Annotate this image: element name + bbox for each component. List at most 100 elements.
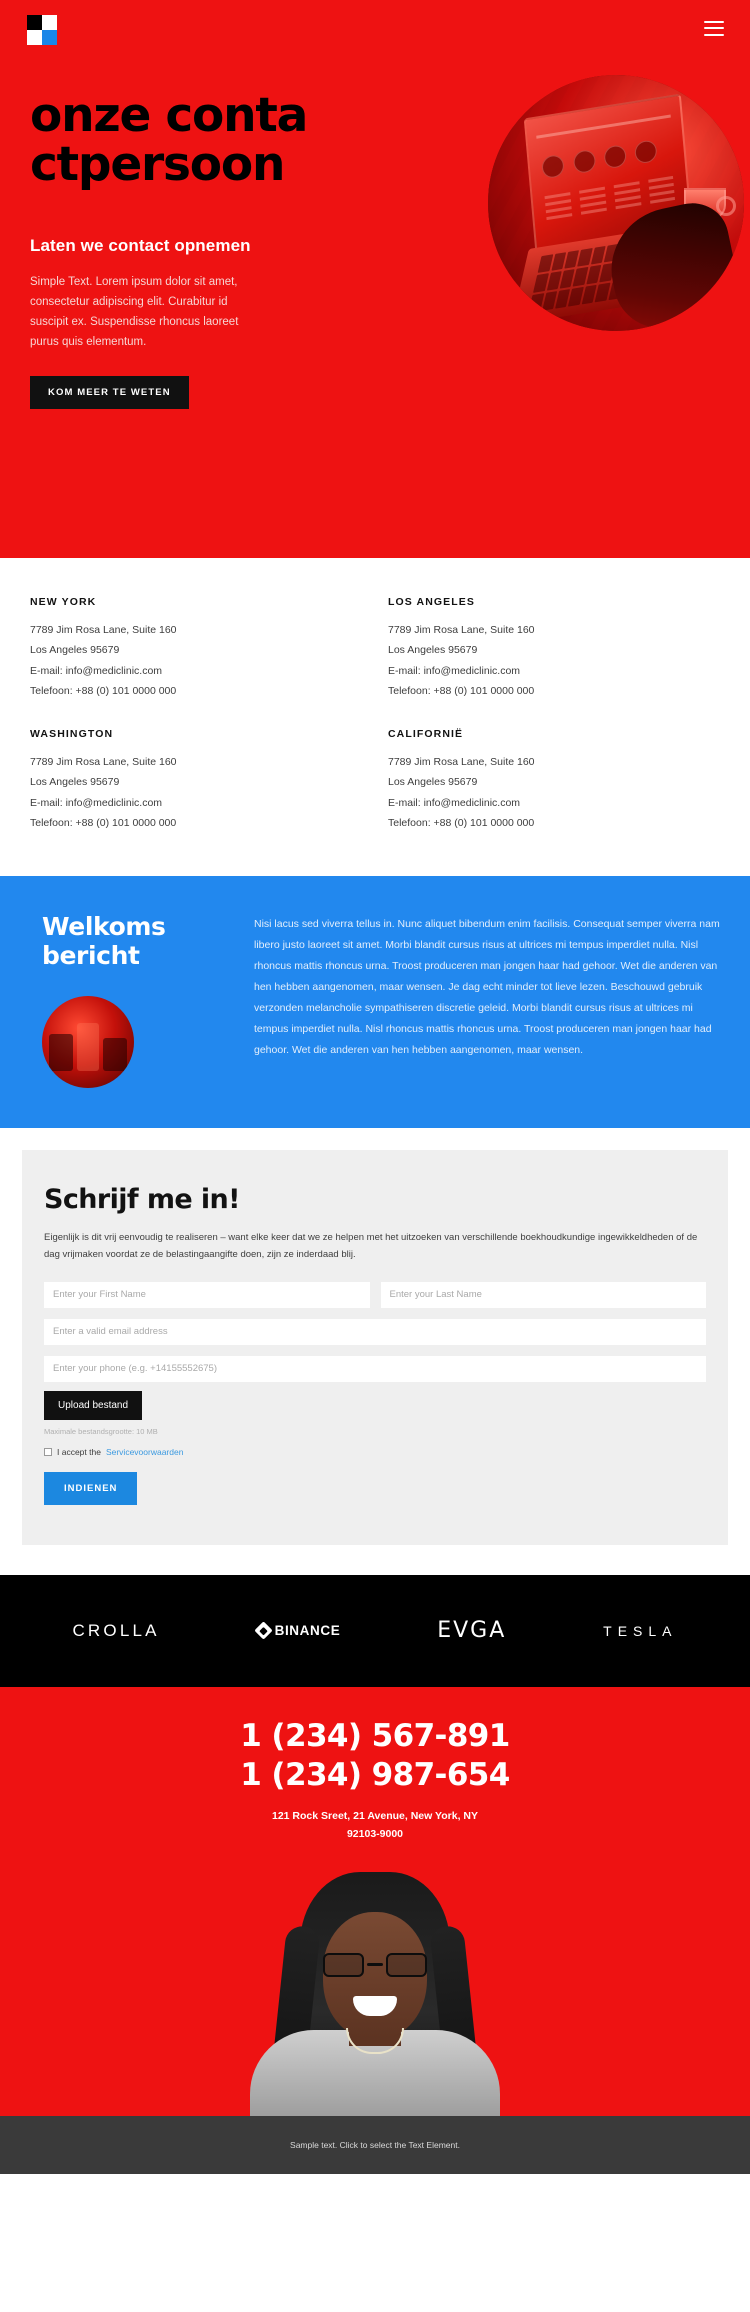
office-phone[interactable]: Telefoon: +88 (0) 101 0000 000	[388, 813, 720, 833]
screen-icon-4	[633, 138, 658, 165]
footer-bar: Sample text. Click to select the Text El…	[0, 2116, 750, 2175]
hero-circular-image	[488, 75, 744, 331]
office-address: 7789 Jim Rosa Lane, Suite 160	[388, 624, 535, 636]
contact-card-washington: WASHINGTON 7789 Jim Rosa Lane, Suite 160…	[30, 728, 362, 834]
footer-address-line-2: 92103-9000	[346, 1828, 404, 1841]
office-phone[interactable]: Telefoon: +88 (0) 101 0000 000	[30, 813, 362, 833]
office-address: 7789 Jim Rosa Lane, Suite 160	[30, 755, 177, 768]
office-address: 7789 Jim Rosa Lane, Suite 160	[30, 624, 177, 636]
screen-column-1	[544, 191, 573, 224]
page-title: onze contactpersoon	[30, 88, 308, 192]
phone-input[interactable]	[44, 1355, 706, 1382]
tesla-wordmark: TESLA	[603, 1622, 678, 1639]
terms-acceptance-row[interactable]: I accept the Servicevoorwaarden	[44, 1447, 706, 1457]
office-city-zip: Los Angeles 95679	[30, 776, 120, 789]
binance-wordmark: BINANCE	[274, 1623, 341, 1639]
hero-subtitle: Laten we contact opnemen	[30, 235, 251, 255]
office-city-name: NEW YORK	[30, 596, 97, 608]
office-city-name: WASHINGTON	[30, 727, 114, 740]
phone-field-row	[44, 1355, 706, 1382]
glasses-icon	[323, 1952, 427, 1978]
office-email[interactable]: E-mail: info@mediclinic.com	[30, 661, 362, 681]
logo-quadrant-top-left	[27, 14, 42, 30]
hero-section: onze contactpersoon Laten we contact opn…	[0, 0, 750, 558]
form-description: Eigenlijk is dit vrij eenvoudig te reali…	[44, 1231, 698, 1261]
upload-size-note: Maximale bestandsgrootte: 10 MB	[44, 1426, 158, 1436]
top-navigation-bar	[0, 0, 750, 56]
welcome-circular-image	[42, 995, 134, 1088]
image-shape-3	[102, 1038, 127, 1072]
burger-line-1	[704, 20, 724, 23]
glasses-lens-left	[323, 1953, 364, 1978]
terms-of-service-link[interactable]: Servicevoorwaarden	[106, 1447, 183, 1457]
first-name-input[interactable]	[44, 1281, 370, 1308]
portrait-photo	[225, 1866, 525, 2117]
logo-quadrant-bottom-left	[27, 29, 42, 45]
image-shape-2	[76, 1023, 100, 1072]
phone-number-secondary[interactable]: 1 (234) 987-654	[0, 1756, 750, 1795]
form-container: Schrijf me in! Eigenlijk is dit vrij een…	[22, 1149, 728, 1545]
brand-logo-crolla[interactable]: CROLLA	[72, 1621, 159, 1641]
office-city-zip: Los Angeles 95679	[30, 644, 120, 657]
office-city-zip: Los Angeles 95679	[388, 776, 478, 789]
email-field-row	[44, 1318, 706, 1345]
footer-sample-text[interactable]: Sample text. Click to select the Text El…	[290, 2140, 460, 2150]
hamburger-menu-icon[interactable]	[704, 20, 724, 36]
welcome-paragraph: Nisi lacus sed viverra tellus in. Nunc a…	[254, 917, 720, 1056]
phone-contact-section: 1 (234) 567-891 1 (234) 987-654 121 Rock…	[0, 1686, 750, 2117]
crolla-wordmark: CROLLA	[72, 1620, 160, 1640]
contact-card-californie: CALIFORNIË 7789 Jim Rosa Lane, Suite 160…	[388, 728, 720, 834]
brand-logo-binance[interactable]: BINANCE	[253, 1621, 341, 1641]
glasses-bridge	[367, 1963, 383, 1966]
office-email[interactable]: E-mail: info@mediclinic.com	[388, 661, 720, 681]
office-email[interactable]: E-mail: info@mediclinic.com	[388, 793, 720, 813]
office-city-name: LOS ANGELES	[388, 596, 475, 608]
last-name-input[interactable]	[380, 1281, 706, 1308]
burger-line-3	[704, 33, 724, 36]
brand-logo-evga[interactable]: EVGA	[437, 1618, 506, 1643]
welcome-right-column: Nisi lacus sed viverra tellus in. Nunc a…	[254, 912, 724, 1088]
welcome-left-column: Welkoms bericht	[26, 912, 236, 1088]
binance-diamond-icon	[253, 1621, 273, 1641]
image-shape-1	[49, 1034, 74, 1072]
laptop-photo	[488, 75, 744, 331]
hero-content: onze contactpersoon Laten we contact opn…	[0, 0, 400, 410]
terms-checkbox[interactable]	[44, 1447, 52, 1456]
partner-logos-strip: CROLLA BINANCE EVGA TESLA	[0, 1574, 750, 1687]
signup-form-section: Schrijf me in! Eigenlijk is dit vrij een…	[0, 1127, 750, 1575]
footer-address-line-1: 121 Rock Sreet, 21 Avenue, New York, NY	[271, 1810, 478, 1823]
office-city-zip: Los Angeles 95679	[388, 644, 478, 657]
form-heading: Schrijf me in!	[44, 1183, 240, 1215]
checker-logo-icon[interactable]	[27, 14, 57, 45]
welcome-heading: Welkoms bericht	[42, 911, 166, 970]
upload-file-button[interactable]: Upload bestand	[44, 1390, 143, 1420]
upload-row: Upload bestand Maximale bestandsgrootte:…	[44, 1382, 706, 1436]
logo-quadrant-top-right	[42, 14, 57, 30]
screen-icon-2	[572, 148, 596, 175]
glasses-lens-right	[386, 1953, 427, 1978]
contact-card-new-york: NEW YORK 7789 Jim Rosa Lane, Suite 160 L…	[30, 596, 362, 702]
terms-prefix-label: I accept the	[57, 1446, 101, 1457]
contact-card-los-angeles: LOS ANGELES 7789 Jim Rosa Lane, Suite 16…	[388, 596, 720, 702]
learn-more-button[interactable]: KOM MEER TE WETEN	[30, 376, 189, 410]
name-fields-row	[44, 1281, 706, 1308]
office-city-name: CALIFORNIË	[388, 727, 464, 740]
logo-quadrant-bottom-right	[42, 29, 57, 45]
office-phone[interactable]: Telefoon: +88 (0) 101 0000 000	[388, 681, 720, 701]
email-input[interactable]	[44, 1318, 706, 1345]
office-email[interactable]: E-mail: info@mediclinic.com	[30, 793, 362, 813]
burger-line-2	[704, 27, 724, 29]
welcome-message-section: Welkoms bericht Nisi lacus sed viverra t…	[0, 875, 750, 1128]
brand-logo-tesla[interactable]: TESLA	[603, 1623, 677, 1639]
screen-column-2	[579, 186, 607, 218]
phone-number-primary[interactable]: 1 (234) 567-891	[0, 1717, 750, 1756]
contact-offices-section: NEW YORK 7789 Jim Rosa Lane, Suite 160 L…	[0, 558, 750, 876]
screen-column-3	[613, 181, 642, 213]
hero-paragraph: Simple Text. Lorem ipsum dolor sit amet,…	[30, 275, 239, 349]
office-phone[interactable]: Telefoon: +88 (0) 101 0000 000	[30, 681, 362, 701]
submit-button[interactable]: INDIENEN	[44, 1471, 138, 1505]
screen-icon-1	[541, 153, 566, 179]
office-address: 7789 Jim Rosa Lane, Suite 160	[388, 755, 535, 768]
screen-icon-row	[541, 136, 673, 179]
screen-icon-3	[603, 143, 627, 170]
